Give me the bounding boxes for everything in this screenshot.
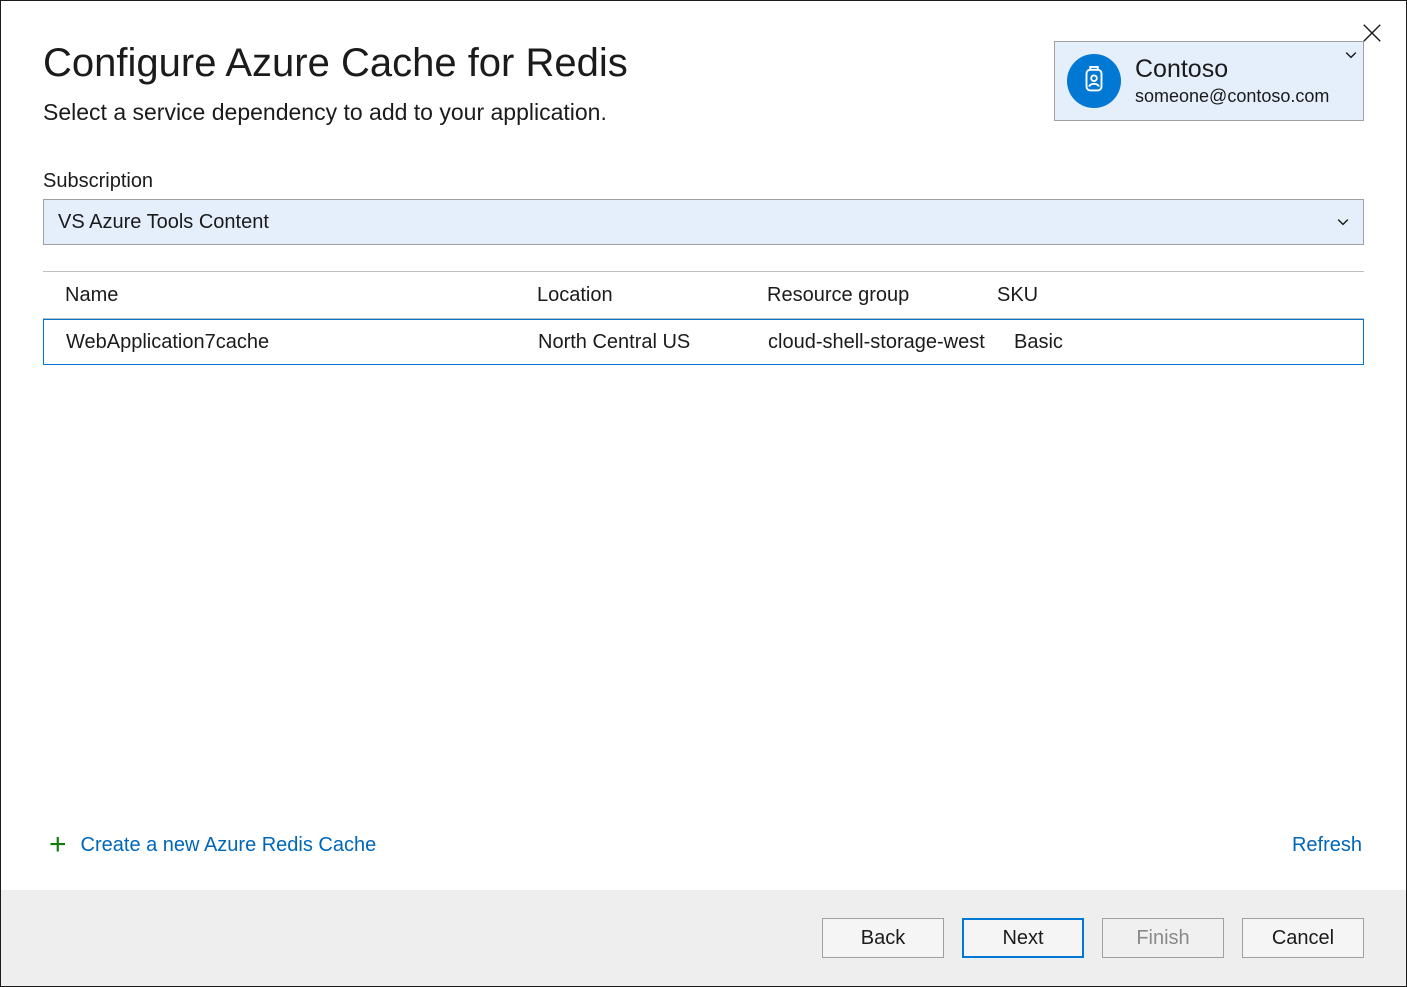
create-link-label: Create a new Azure Redis Cache (81, 834, 377, 857)
refresh-link[interactable]: Refresh (1292, 834, 1362, 857)
cache-grid: Name Location Resource group SKU WebAppl… (43, 271, 1364, 365)
close-icon (1361, 22, 1383, 44)
account-name: Contoso (1135, 54, 1329, 85)
chevron-down-icon (1345, 48, 1357, 66)
azure-account-icon (1067, 54, 1121, 108)
grid-header-resource-group[interactable]: Resource group (767, 284, 997, 307)
subscription-value: VS Azure Tools Content (58, 211, 269, 234)
grid-header-name[interactable]: Name (43, 284, 537, 307)
next-button[interactable]: Next (962, 918, 1084, 958)
back-button[interactable]: Back (822, 918, 944, 958)
header-row: Configure Azure Cache for Redis Select a… (43, 41, 1364, 126)
account-text: Contoso someone@contoso.com (1135, 54, 1329, 108)
cell-sku: Basic (1014, 331, 1363, 354)
grid-header-location[interactable]: Location (537, 284, 767, 307)
grid-row[interactable]: WebApplication7cache North Central US cl… (43, 319, 1364, 365)
title-block: Configure Azure Cache for Redis Select a… (43, 41, 628, 126)
dialog-body: Configure Azure Cache for Redis Select a… (1, 1, 1406, 890)
subscription-label: Subscription (43, 170, 1364, 193)
grid-header: Name Location Resource group SKU (43, 271, 1364, 319)
account-email: someone@contoso.com (1135, 85, 1329, 108)
cancel-button[interactable]: Cancel (1242, 918, 1364, 958)
spacer (43, 365, 1364, 830)
links-row: + Create a new Azure Redis Cache Refresh (43, 830, 1364, 890)
cell-name: WebApplication7cache (44, 331, 538, 354)
cell-location: North Central US (538, 331, 768, 354)
dialog-configure-azure-cache: Configure Azure Cache for Redis Select a… (0, 0, 1407, 987)
finish-button: Finish (1102, 918, 1224, 958)
create-new-cache-link[interactable]: + Create a new Azure Redis Cache (49, 830, 376, 860)
account-selector[interactable]: Contoso someone@contoso.com (1054, 41, 1364, 121)
dialog-subtitle: Select a service dependency to add to yo… (43, 99, 628, 126)
subscription-dropdown[interactable]: VS Azure Tools Content (43, 199, 1364, 245)
wizard-footer: Back Next Finish Cancel (1, 890, 1406, 986)
dialog-title: Configure Azure Cache for Redis (43, 41, 628, 85)
cell-resource-group: cloud-shell-storage-west (768, 331, 1014, 354)
grid-header-sku[interactable]: SKU (997, 284, 1364, 307)
plus-icon: + (49, 830, 67, 860)
chevron-down-icon (1337, 211, 1349, 234)
